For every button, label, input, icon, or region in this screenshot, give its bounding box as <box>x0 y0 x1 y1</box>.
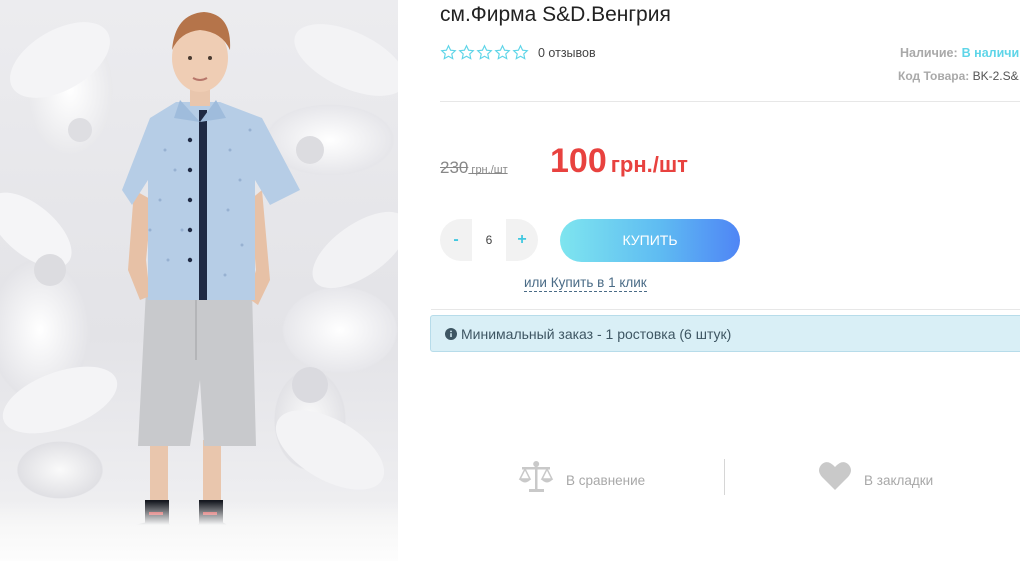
star-outline-icon[interactable] <box>494 44 511 61</box>
product-photo[interactable] <box>0 0 398 561</box>
buy-button[interactable]: КУПИТЬ <box>560 219 740 262</box>
old-price-unit: грн./шт <box>468 164 508 176</box>
product-code-value: BK-2.S& <box>972 69 1019 83</box>
product-code: Код Товара: BK-2.S& <box>898 69 1019 83</box>
current-price: 100 грн./шт <box>550 142 688 181</box>
divider <box>440 101 1020 102</box>
vertical-divider <box>724 459 725 495</box>
info-icon <box>445 327 457 340</box>
product-code-label: Код Товара: <box>898 69 970 83</box>
divider <box>431 309 1020 310</box>
star-outline-icon[interactable] <box>512 44 529 61</box>
bookmark-button[interactable]: В закладки <box>818 461 933 491</box>
current-price-value: 100 <box>550 142 607 180</box>
one-click-buy-link[interactable]: или Купить в 1 клик <box>524 275 647 292</box>
availability-label: Наличие: <box>900 46 958 60</box>
bookmark-label: В закладки <box>864 472 934 488</box>
current-price-unit: грн./шт <box>610 152 688 177</box>
quantity-input[interactable]: 6 <box>472 219 506 261</box>
star-outline-icon[interactable] <box>440 44 457 61</box>
old-price-value: 230 <box>440 158 469 177</box>
min-order-notice: Минимальный заказ - 1 ростовка (6 штук) <box>430 315 1020 352</box>
compare-button[interactable]: В сравнение <box>518 459 645 495</box>
reviews-link[interactable]: 0 отзывов <box>538 46 596 60</box>
min-order-text: Минимальный заказ - 1 ростовка (6 штук) <box>461 325 732 342</box>
star-outline-icon[interactable] <box>458 44 475 61</box>
rating[interactable]: 0 отзывов <box>440 44 596 61</box>
product-image <box>0 12 398 558</box>
old-price: 230 грн./шт <box>440 158 508 178</box>
quantity-increase-button[interactable]: + <box>506 231 538 249</box>
availability: Наличие: В наличи <box>900 46 1019 60</box>
rating-stars[interactable] <box>440 44 529 61</box>
product-title: см.Фирма S&D.Венгрия <box>440 3 671 26</box>
star-outline-icon[interactable] <box>476 44 493 61</box>
scales-icon <box>518 461 554 492</box>
availability-value: В наличи <box>961 46 1020 60</box>
quantity-stepper: - 6 + <box>440 219 538 261</box>
compare-label: В сравнение <box>566 472 646 488</box>
heart-icon <box>819 462 851 490</box>
quantity-decrease-button[interactable]: - <box>440 231 472 249</box>
